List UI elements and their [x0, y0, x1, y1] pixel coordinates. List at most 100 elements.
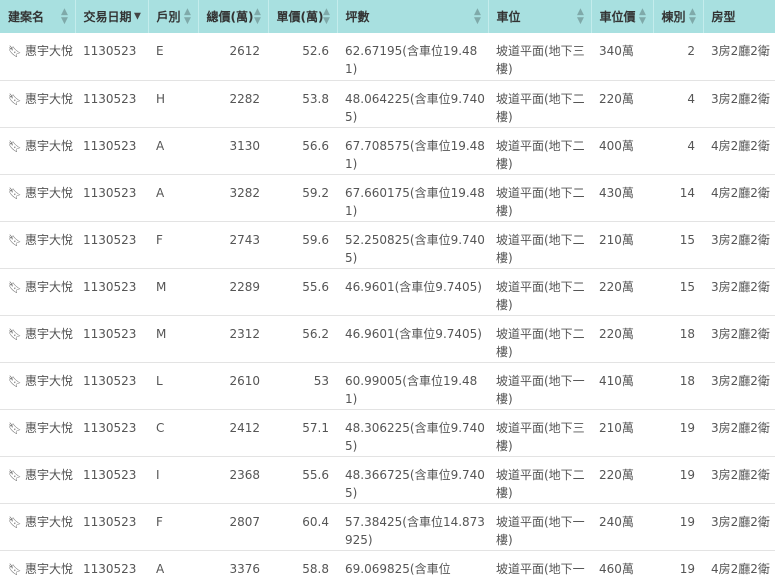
- cell-name[interactable]: 🔖︎ 惠宇大悅: [0, 362, 75, 409]
- cell-price: 56.2: [302, 326, 329, 341]
- cell-date: 1130523: [83, 561, 137, 576]
- cell-unit: M: [156, 279, 167, 294]
- cell-building: 19: [679, 561, 695, 576]
- cell-area: 46.9601(含車位9.7405): [345, 279, 482, 294]
- table-row[interactable]: 🔖︎ 惠宇大悅 1130523 F 2743 59.6 52.250825(含車位…: [0, 221, 775, 268]
- cell-total: 2289: [229, 279, 260, 294]
- cell-date: 1130523: [83, 279, 137, 294]
- bookmark-icon[interactable]: 🔖︎: [8, 281, 22, 294]
- column-header-label: 棟別: [661, 10, 686, 24]
- bookmark-icon[interactable]: 🔖︎: [8, 140, 22, 153]
- sort-icon[interactable]: ▲ ▼: [184, 7, 192, 26]
- cell-parking: 坡道平面(地下三樓): [496, 420, 585, 453]
- cell-parking: 坡道平面(地下三樓): [496, 44, 585, 76]
- cell-name[interactable]: 🔖︎ 惠宇大悅: [0, 456, 75, 503]
- cell-area: 67.660175(含車位19.481): [345, 185, 485, 218]
- bookmark-icon[interactable]: 🔖︎: [8, 328, 22, 341]
- cell-name[interactable]: 🔖︎ 惠宇大悅: [0, 174, 75, 221]
- cell-name[interactable]: 🔖︎ 惠宇大悅: [0, 409, 75, 456]
- cell-unit: H: [156, 91, 166, 106]
- table-row[interactable]: 🔖︎ 惠宇大悅 1130523 A 3282 59.2 67.660175(含車位…: [0, 174, 775, 221]
- cell-total: 2368: [229, 467, 260, 482]
- column-header-price[interactable]: 單價(萬) ▲ ▼: [268, 0, 338, 33]
- column-header-label: 總價(萬): [206, 10, 254, 24]
- cell-layout: 3房2廳2衛: [711, 91, 770, 106]
- cell-unit: F: [156, 514, 163, 529]
- cell-total: 2610: [229, 373, 260, 388]
- cell-name[interactable]: 🔖︎ 惠宇大悅: [0, 503, 75, 550]
- cell-unit: A: [156, 185, 165, 200]
- cell-name[interactable]: 🔖︎ 惠宇大悅: [0, 315, 75, 362]
- cell-date: 1130523: [83, 420, 137, 435]
- cell-name[interactable]: 🔖︎ 惠宇大悅: [0, 33, 75, 80]
- sort-icon[interactable]: ▲ ▼: [61, 7, 69, 26]
- table-row[interactable]: 🔖︎ 惠宇大悅 1130523 M 2312 56.2 46.9601(含車位9.…: [0, 315, 775, 362]
- cell-layout: 3房2廳2衛: [711, 420, 770, 435]
- cell-parking-price: 240萬: [599, 514, 634, 529]
- sort-icon[interactable]: ▲ ▼: [689, 7, 697, 26]
- table-row[interactable]: 🔖︎ 惠宇大悅 1130523 F 2807 60.4 57.38425(含車位1…: [0, 503, 775, 550]
- bookmark-icon[interactable]: 🔖︎: [8, 234, 22, 247]
- cell-parking-price: 220萬: [599, 279, 634, 294]
- bookmark-icon[interactable]: 🔖︎: [8, 187, 22, 200]
- table-row[interactable]: 🔖︎ 惠宇大悅 1130523 C 2412 57.1 48.306225(含車位…: [0, 409, 775, 456]
- cell-date: 1130523: [83, 373, 137, 388]
- column-header-label: 交易日期: [83, 10, 132, 24]
- column-header-total[interactable]: 總價(萬) ▲ ▼: [198, 0, 269, 33]
- bookmark-icon[interactable]: 🔖︎: [8, 93, 22, 106]
- bookmark-icon[interactable]: 🔖︎: [8, 516, 22, 529]
- cell-price: 56.6: [302, 138, 329, 153]
- cell-area: 52.250825(含車位9.7405): [345, 232, 485, 265]
- cell-name[interactable]: 🔖︎ 惠宇大悅: [0, 127, 75, 174]
- cell-total: 3130: [229, 138, 260, 153]
- bookmark-icon[interactable]: 🔖︎: [8, 422, 22, 435]
- cell-area: 57.38425(含車位14.873925): [345, 514, 485, 547]
- cell-layout: 3房2廳2衛: [711, 326, 770, 341]
- table-row[interactable]: 🔖︎ 惠宇大悅 1130523 M 2289 55.6 46.9601(含車位9.…: [0, 268, 775, 315]
- cell-parking: 坡道平面(地下一樓): [496, 373, 585, 406]
- cell-parking-price: 410萬: [599, 373, 634, 388]
- sort-icon[interactable]: ▲ ▼: [323, 7, 331, 26]
- cell-layout: 3房2廳2衛: [711, 373, 770, 388]
- column-header-unit[interactable]: 戶別 ▲ ▼: [148, 0, 199, 33]
- cell-parking: 坡道平面(地下二樓): [496, 185, 585, 218]
- column-header-parking-price[interactable]: 車位價 ▲ ▼: [591, 0, 654, 33]
- cell-name[interactable]: 🔖︎ 惠宇大悅: [0, 80, 75, 127]
- column-header-date[interactable]: 交易日期 ▼: [75, 0, 149, 33]
- column-header-name[interactable]: 建案名 ▲ ▼: [0, 0, 76, 33]
- sort-icon[interactable]: ▲ ▼: [254, 7, 262, 26]
- cell-date: 1130523: [83, 514, 137, 529]
- cell-price: 60.4: [302, 514, 329, 529]
- cell-parking: 坡道平面(地下二樓): [496, 138, 585, 171]
- table-row[interactable]: 🔖︎ 惠宇大悅 1130523 H 2282 53.8 48.064225(含車位…: [0, 80, 775, 127]
- cell-area: 60.99005(含車位19.481): [345, 373, 478, 406]
- cell-name-text: 惠宇大悅: [24, 185, 73, 200]
- sort-icon[interactable]: ▲ ▼: [639, 7, 647, 26]
- sort-desc-icon[interactable]: ▼: [134, 12, 142, 21]
- cell-price: 59.2: [302, 185, 329, 200]
- cell-name[interactable]: 🔖︎ 惠宇大悅: [0, 221, 75, 268]
- cell-parking-price: 220萬: [599, 467, 634, 482]
- column-header-label: 戶別: [156, 10, 181, 24]
- column-header-building[interactable]: 棟別 ▲ ▼: [653, 0, 704, 33]
- bookmark-icon[interactable]: 🔖︎: [8, 375, 22, 388]
- sort-icon[interactable]: ▲ ▼: [577, 7, 585, 26]
- cell-parking-price: 400萬: [599, 138, 634, 153]
- table-row[interactable]: 🔖︎ 惠宇大悅 1130523 A 3376 58.8 69.069825(含車位…: [0, 550, 775, 579]
- column-header-area[interactable]: 坪數 ▲ ▼: [337, 0, 489, 33]
- table-row[interactable]: 🔖︎ 惠宇大悅 1130523 I 2368 55.6 48.366725(含車位…: [0, 456, 775, 503]
- bookmark-icon[interactable]: 🔖︎: [8, 469, 22, 482]
- cell-name[interactable]: 🔖︎ 惠宇大悅: [0, 550, 75, 579]
- cell-date: 1130523: [83, 44, 137, 58]
- table-row[interactable]: 🔖︎ 惠宇大悅 1130523 L 2610 53 60.99005(含車位19.…: [0, 362, 775, 409]
- bookmark-icon[interactable]: 🔖︎: [8, 45, 22, 58]
- cell-name[interactable]: 🔖︎ 惠宇大悅: [0, 268, 75, 315]
- cell-parking-price: 220萬: [599, 91, 634, 106]
- cell-price: 55.6: [302, 279, 329, 294]
- sort-icon[interactable]: ▲ ▼: [474, 7, 482, 26]
- column-header-parking[interactable]: 車位 ▲ ▼: [488, 0, 592, 33]
- table-row[interactable]: 🔖︎ 惠宇大悅 1130523 A 3130 56.6 67.708575(含車位…: [0, 127, 775, 174]
- table-row[interactable]: 🔖︎ 惠宇大悅 1130523 E 2612 52.6 62.67195(含車位1…: [0, 33, 775, 80]
- column-header-layout[interactable]: 房型: [703, 0, 775, 33]
- bookmark-icon[interactable]: 🔖︎: [8, 563, 22, 576]
